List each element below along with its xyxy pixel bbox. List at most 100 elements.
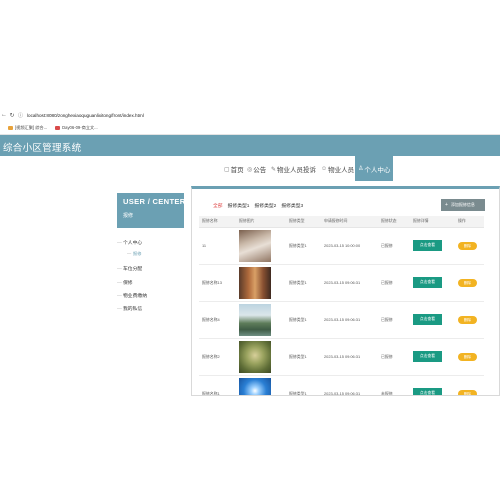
column-header: 报修名称 xyxy=(199,216,236,228)
table-row: 报修名称2 报修类型1 2023-03-15 09:06:31 已报修 点击查看… xyxy=(199,338,484,376)
column-header: 报修详情 xyxy=(410,216,455,228)
sidebar-item-personal-center[interactable]: —个人中心 xyxy=(117,239,142,246)
sidebar-item-repair[interactable]: — 报修 xyxy=(127,251,141,257)
delete-button[interactable]: 删除 xyxy=(458,315,477,324)
operation-cell: 删除 xyxy=(455,301,484,339)
repair-image-cell xyxy=(236,375,286,395)
repair-time: 2023-03-15 09:06:31 xyxy=(321,375,378,395)
refresh-icon[interactable]: ↻ xyxy=(8,112,16,119)
top-navigation: ▢ 首页 ◎ 公告 ✎ 物业人员投诉 ☺ 物业人员 ♙ 个人中心 xyxy=(0,156,500,181)
table-row: 11 报修类型1 2023-03-15 10:00:00 已报修 点击查看 删除 xyxy=(199,227,484,265)
repair-image-cell xyxy=(236,227,286,265)
repair-image-cell xyxy=(236,264,286,302)
operation-cell: 删除 xyxy=(455,375,484,395)
column-header: 报修类型 xyxy=(286,216,321,228)
repair-type: 报修类型1 xyxy=(286,338,321,376)
bookmark-bar: [视频汇聚] 综合... Day06-09-商立文... xyxy=(0,123,500,133)
table-header-row: 报修名称 报修图片 报修类型 申请报修时间 报修状态 报修详情 操作 xyxy=(199,216,484,228)
announcement-icon: ◎ xyxy=(247,166,253,173)
tab-type-1[interactable]: 报修类型1 xyxy=(228,202,250,209)
view-detail-button[interactable]: 点击查看 xyxy=(413,388,442,395)
nav-item-user-center[interactable]: ♙ 个人中心 xyxy=(355,156,394,181)
nav-item-announcement[interactable]: ◎ 公告 xyxy=(247,164,266,175)
staff-icon: ☺ xyxy=(321,166,328,172)
table-row: 报修名称13 报修类型1 2023-03-15 09:06:31 已报修 点击查… xyxy=(199,264,484,302)
sidebar-item-parking[interactable]: —车位分配 xyxy=(117,265,142,272)
tab-type-3[interactable]: 报修类型3 xyxy=(281,202,303,209)
column-header: 申请报修时间 xyxy=(321,216,378,228)
repair-status: 已报修 xyxy=(378,264,410,302)
bookmark-item[interactable]: Day06-09-商立文... xyxy=(55,125,98,131)
repair-name: 报修名称4 xyxy=(199,301,236,339)
address-bar-row: ← ↻ ⓘ localhost:8080/zonghexiaoquguanlix… xyxy=(0,108,500,122)
repair-image[interactable] xyxy=(239,377,271,395)
back-icon[interactable]: ← xyxy=(0,112,8,118)
operation-cell: 删除 xyxy=(455,264,484,302)
detail-cell: 点击查看 xyxy=(410,301,455,339)
repair-status: 已报修 xyxy=(378,227,410,265)
view-detail-button[interactable]: 点击查看 xyxy=(413,351,442,362)
table-row: 报修名称1 报修类型1 2023-03-15 09:06:31 未报修 点击查看… xyxy=(199,375,484,395)
repair-image[interactable] xyxy=(239,229,271,262)
repair-name: 报修名称1 xyxy=(199,375,236,395)
operation-cell: 删除 xyxy=(455,227,484,265)
delete-button[interactable]: 删除 xyxy=(458,278,477,287)
repair-image-cell xyxy=(236,338,286,376)
repair-type: 报修类型1 xyxy=(286,227,321,265)
repair-status: 已报修 xyxy=(378,338,410,376)
repair-time: 2023-03-15 09:06:31 xyxy=(321,264,378,302)
nav-item-home[interactable]: ▢ 首页 xyxy=(224,164,244,175)
sidebar-title: USER / CENTER xyxy=(123,197,186,206)
sidebar-item-warranty[interactable]: —保修 xyxy=(117,279,133,286)
repair-type: 报修类型1 xyxy=(286,264,321,302)
bookmark-icon xyxy=(55,126,61,130)
view-detail-button[interactable]: 点击查看 xyxy=(413,314,442,325)
nav-item-staff[interactable]: ☺ 物业人员 xyxy=(321,164,354,174)
repair-image[interactable] xyxy=(239,340,271,373)
nav-item-complaints[interactable]: ✎ 物业人员投诉 xyxy=(271,164,316,175)
sidebar-item-property-fee[interactable]: —物业费缴纳 xyxy=(117,292,147,299)
table-row: 报修名称4 报修类型1 2023-03-15 09:06:31 已报修 点击查看… xyxy=(199,301,484,339)
view-detail-button[interactable]: 点击查看 xyxy=(413,240,442,251)
tab-all[interactable]: 全部 xyxy=(213,202,223,209)
detail-cell: 点击查看 xyxy=(410,338,455,376)
browser-toolbar: ← ↻ ⓘ localhost:8080/zonghexiaoquguanlix… xyxy=(0,104,500,135)
repair-image-cell xyxy=(236,301,286,339)
repair-image[interactable] xyxy=(239,266,271,299)
info-icon[interactable]: ⓘ xyxy=(16,112,25,119)
app-header: 综合小区管理系统 xyxy=(0,135,500,156)
column-header: 操作 xyxy=(455,216,484,228)
user-icon: ♙ xyxy=(358,166,364,172)
plus-icon: + xyxy=(445,202,448,208)
bookmark-icon xyxy=(8,126,13,130)
column-header: 报修图片 xyxy=(236,216,286,228)
address-bar-url[interactable]: localhost:8080/zonghexiaoquguanlixitong/… xyxy=(27,113,144,118)
delete-button[interactable]: 删除 xyxy=(458,352,477,361)
repair-image[interactable] xyxy=(239,303,271,336)
complaint-icon: ✎ xyxy=(271,166,277,173)
repair-type: 报修类型1 xyxy=(286,375,321,395)
detail-cell: 点击查看 xyxy=(410,264,455,302)
tab-type-2[interactable]: 报修类型2 xyxy=(254,202,276,209)
repair-name: 报修名称13 xyxy=(199,264,236,302)
view-detail-button[interactable]: 点击查看 xyxy=(413,277,442,288)
add-repair-button[interactable]: + 添加报修信息 xyxy=(441,199,485,211)
app-title: 综合小区管理系统 xyxy=(3,143,82,154)
home-icon: ▢ xyxy=(224,166,230,173)
sidebar-item-messages[interactable]: —我的私信 xyxy=(117,305,142,312)
repair-time: 2023-03-15 10:00:00 xyxy=(321,227,378,265)
repair-panel: 全部 报修类型1 报修类型2 报修类型3 + 添加报修信息 报修名称 报修图片 … xyxy=(191,186,500,396)
sidebar-header: USER / CENTER 报修 xyxy=(117,193,186,228)
repair-time: 2023-03-15 09:06:31 xyxy=(321,338,378,376)
category-tabs: 全部 报修类型1 报修类型2 报修类型3 xyxy=(213,202,308,209)
repair-name: 报修名称2 xyxy=(199,338,236,376)
detail-cell: 点击查看 xyxy=(410,227,455,265)
delete-button[interactable]: 删除 xyxy=(458,389,477,395)
column-header: 报修状态 xyxy=(378,216,410,228)
repair-type: 报修类型1 xyxy=(286,301,321,339)
repair-status: 已报修 xyxy=(378,301,410,339)
bookmark-item[interactable]: [视频汇聚] 综合... xyxy=(8,125,47,131)
delete-button[interactable]: 删除 xyxy=(458,241,477,250)
repair-name: 11 xyxy=(199,227,236,265)
repair-time: 2023-03-15 09:06:31 xyxy=(321,301,378,339)
